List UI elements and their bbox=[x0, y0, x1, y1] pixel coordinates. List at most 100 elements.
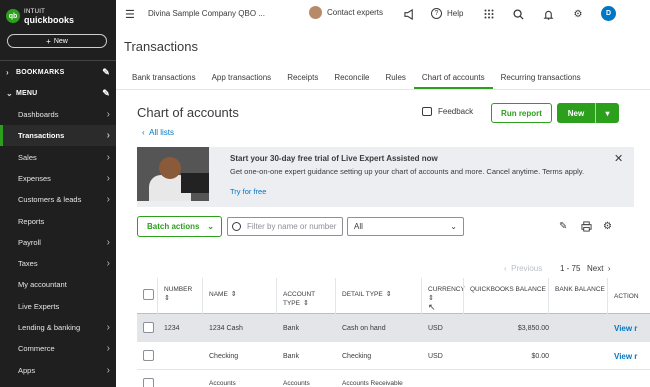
sidebar-item-taxes[interactable]: Taxes › bbox=[0, 253, 116, 274]
company-name[interactable]: Divina Sample Company QBO ... bbox=[148, 9, 265, 18]
bell-icon[interactable] bbox=[541, 7, 555, 21]
tab-app-transactions[interactable]: App transactions bbox=[204, 67, 280, 89]
column-header-detail-type[interactable]: DETAIL TYPE ⇕ bbox=[335, 278, 421, 314]
column-header-label: BANK BALANCE bbox=[555, 286, 605, 293]
sidebar-item-reports[interactable]: Reports bbox=[0, 211, 116, 232]
column-header-label: DETAIL TYPE bbox=[342, 291, 383, 298]
tab-receipts[interactable]: Receipts bbox=[279, 67, 326, 89]
pencil-icon[interactable]: ✎ bbox=[102, 67, 110, 78]
page-range: 1 - 75 bbox=[560, 264, 581, 273]
sidebar-item-expenses[interactable]: Expenses › bbox=[0, 168, 116, 189]
column-header-action[interactable]: ACTION bbox=[607, 278, 650, 314]
cell-action[interactable]: View r bbox=[614, 314, 647, 342]
qb-logo-icon: qb bbox=[6, 9, 20, 23]
sidebar-item-sales[interactable]: Sales › bbox=[0, 147, 116, 168]
column-header-account-type[interactable]: ACCOUNT TYPE ⇕ bbox=[276, 278, 335, 314]
tab-reconcile[interactable]: Reconcile bbox=[326, 67, 377, 89]
filter-input[interactable]: Filter by name or number bbox=[227, 217, 343, 236]
cell-number bbox=[164, 342, 199, 370]
cell-currency: USD bbox=[428, 324, 443, 332]
sidebar-item-live-experts[interactable]: Live Experts bbox=[0, 296, 116, 317]
row-checkbox[interactable] bbox=[143, 378, 154, 387]
laptop bbox=[181, 173, 209, 193]
quickbooks-logo[interactable]: qb INTUIT quickbooks bbox=[6, 8, 74, 25]
column-header-quickbooks-balance[interactable]: QUICKBOOKS BALANCE bbox=[463, 278, 548, 314]
cell-number bbox=[164, 370, 199, 387]
column-header-name[interactable]: NAME ⇕ bbox=[202, 278, 276, 314]
row-checkbox[interactable] bbox=[143, 322, 154, 333]
previous-page-button[interactable]: ‹ Previous bbox=[504, 264, 542, 273]
sidebar-item-label: Taxes bbox=[18, 259, 38, 269]
sidebar-item-label: Commerce bbox=[18, 344, 55, 354]
sidebar-item-transactions[interactable]: Transactions › bbox=[0, 125, 116, 147]
print-icon[interactable] bbox=[581, 221, 592, 235]
sidebar-item-commerce[interactable]: Commerce › bbox=[0, 338, 116, 359]
help-button[interactable]: ? Help bbox=[431, 8, 463, 19]
pencil-icon[interactable]: ✎ bbox=[102, 88, 110, 99]
sidebar-item-label: Customers & leads bbox=[18, 195, 82, 205]
button-separator bbox=[595, 103, 596, 123]
expert-avatar bbox=[309, 6, 322, 19]
cell-name: Checking bbox=[209, 352, 239, 360]
cell-action[interactable] bbox=[614, 370, 647, 387]
user-avatar[interactable]: D bbox=[601, 6, 616, 21]
settings-gear-icon[interactable]: ⚙ bbox=[603, 221, 612, 232]
page-title: Transactions bbox=[124, 39, 198, 54]
new-button[interactable]: + New bbox=[7, 34, 107, 48]
banner-body: Get one-on-one expert guidance setting u… bbox=[230, 167, 585, 176]
contact-experts-button[interactable]: Contact experts bbox=[309, 6, 383, 19]
sort-icon: ⇕ bbox=[385, 291, 392, 298]
tab-bank-transactions[interactable]: Bank transactions bbox=[124, 67, 204, 89]
tab-recurring-transactions[interactable]: Recurring transactions bbox=[493, 67, 589, 89]
tab-rules[interactable]: Rules bbox=[377, 67, 413, 89]
sidebar-item-lending-banking[interactable]: Lending & banking › bbox=[0, 317, 116, 338]
column-header-label: ACTION bbox=[614, 293, 639, 300]
sidebar-item-dashboards[interactable]: Dashboards › bbox=[0, 104, 116, 125]
column-header-number[interactable]: NUMBER ⇕ bbox=[157, 278, 202, 314]
batch-actions-button[interactable]: Batch actions ⌄ bbox=[137, 216, 222, 237]
bookmarks-section[interactable]: › BOOKMARKS ✎ bbox=[6, 65, 110, 79]
select-all-checkbox[interactable] bbox=[143, 289, 154, 300]
hamburger-icon[interactable]: ☰ bbox=[125, 8, 135, 21]
table-row[interactable]: 1234 1234 Cash Bank Cash on hand USD $3,850.0… bbox=[137, 314, 650, 342]
search-icon[interactable] bbox=[511, 7, 525, 21]
sidebar-item-label: Payroll bbox=[18, 237, 41, 247]
run-report-button[interactable]: Run report bbox=[491, 103, 552, 123]
cell-action[interactable]: View r bbox=[614, 342, 647, 370]
all-lists-link[interactable]: ‹ All lists bbox=[142, 128, 174, 137]
chevron-down-icon[interactable]: ▾ bbox=[596, 109, 619, 118]
column-header-label: NAME bbox=[209, 291, 228, 298]
tab-chart-of-accounts[interactable]: Chart of accounts bbox=[413, 67, 493, 89]
sidebar-item-payroll[interactable]: Payroll › bbox=[0, 232, 116, 253]
apps-grid-icon[interactable] bbox=[482, 7, 496, 21]
sidebar-item-my-accountant[interactable]: My accountant bbox=[0, 274, 116, 295]
column-header-bank-balance[interactable]: BANK BALANCE bbox=[548, 278, 607, 314]
cell-qb-balance bbox=[470, 370, 549, 387]
sidebar-item-customers-leads[interactable]: Customers & leads › bbox=[0, 189, 116, 210]
cell-currency bbox=[428, 370, 460, 387]
column-header-label: QUICKBOOKS BALANCE bbox=[470, 286, 546, 293]
new-account-button[interactable]: New ▾ bbox=[557, 103, 619, 123]
previous-label: Previous bbox=[511, 264, 543, 273]
menu-section[interactable]: ⌄ MENU ✎ bbox=[6, 86, 110, 100]
pencil-icon[interactable]: ✎ bbox=[559, 221, 567, 232]
next-page-button[interactable]: Next › bbox=[587, 264, 611, 273]
table-row[interactable]: Accounts Accounts Accounts Receivable bbox=[137, 370, 650, 387]
gear-icon[interactable]: ⚙ bbox=[571, 7, 585, 21]
sidebar-item-apps[interactable]: Apps › bbox=[0, 360, 116, 381]
chart-of-accounts-title: Chart of accounts bbox=[137, 105, 239, 120]
cell-number: 1234 bbox=[164, 324, 180, 332]
contact-experts-label: Contact experts bbox=[327, 8, 384, 17]
cell-detail: Accounts Receivable bbox=[342, 380, 403, 387]
table-row[interactable]: Checking Bank Checking USD $0.00 View r bbox=[137, 342, 650, 370]
row-checkbox[interactable] bbox=[143, 350, 154, 361]
logo-text: INTUIT quickbooks bbox=[24, 8, 74, 25]
account-type-select[interactable]: All ⌄ bbox=[347, 217, 464, 236]
banner-heading: Start your 30-day free trial of Live Exp… bbox=[230, 154, 438, 163]
column-header-label: ACCOUNT TYPE bbox=[283, 291, 316, 307]
feedback-button[interactable]: Feedback bbox=[422, 107, 473, 116]
megaphone-icon[interactable] bbox=[402, 7, 416, 21]
account-type-value: All bbox=[354, 222, 363, 231]
close-icon[interactable]: ✕ bbox=[614, 152, 623, 165]
try-for-free-link[interactable]: Try for free bbox=[230, 187, 266, 196]
